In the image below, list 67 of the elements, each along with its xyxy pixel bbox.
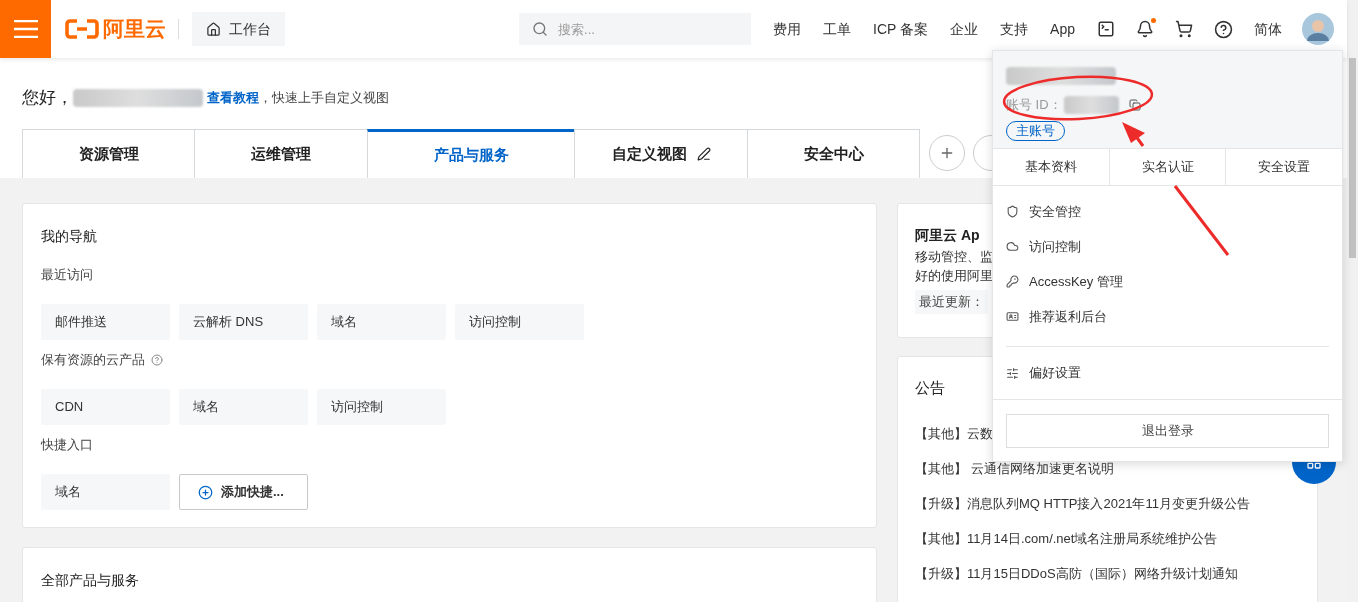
card-title: 阿里云 Ap [915, 226, 981, 245]
card-icon [1006, 310, 1019, 323]
key-icon [1006, 275, 1019, 288]
menu-item[interactable]: 安全管控 [1006, 194, 1329, 229]
greeting-hint: ，快速上手自定义视图 [259, 89, 389, 108]
sliders-icon [1006, 366, 1019, 380]
nav-link[interactable]: 工单 [823, 18, 852, 40]
view-tab[interactable]: 产品与服务 [367, 129, 574, 178]
edit-icon [696, 147, 711, 161]
nav-link[interactable]: ICP 备案 [873, 18, 929, 40]
avatar[interactable] [1302, 13, 1334, 45]
app-description: 好的使用阿里 [915, 268, 993, 284]
greeting-text: 您好， [22, 87, 73, 110]
terminal-icon[interactable] [1097, 20, 1115, 38]
view-tab[interactable]: 安全中心 [747, 129, 920, 178]
nav-link[interactable]: 费用 [773, 18, 802, 40]
shortcut-tile[interactable]: CDN [41, 389, 170, 425]
nav-link[interactable]: 企业 [950, 18, 979, 40]
search-icon [532, 21, 549, 37]
menu-item[interactable]: 推荐返利后台 [1006, 299, 1329, 334]
logo-icon [65, 18, 99, 40]
copy-icon[interactable] [1128, 98, 1141, 111]
help-icon[interactable] [1214, 19, 1233, 39]
nav-link[interactable]: 支持 [1000, 18, 1029, 40]
menu-button[interactable] [0, 0, 51, 58]
shortcut-tile[interactable]: 访问控制 [455, 304, 584, 340]
section-label: 保有资源的云产品 [41, 351, 145, 370]
app-description: 移动管控、监 [915, 249, 993, 265]
plus-icon [939, 145, 955, 161]
home-icon [206, 21, 221, 37]
plus-circle-icon [198, 484, 213, 500]
shortcut-tile[interactable]: 域名 [317, 304, 446, 340]
card-title: 全部产品与服务 [41, 571, 140, 590]
shortcut-tile[interactable]: 云解析 DNS [179, 304, 308, 340]
search-field[interactable]: 搜索... [519, 13, 752, 45]
section-label: 最近访问 [41, 266, 93, 285]
shortcut-tile[interactable]: 邮件推送 [41, 304, 170, 340]
menu-item[interactable]: 偏好设置 [1006, 347, 1329, 399]
shortcut-tile[interactable]: 域名 [179, 389, 308, 425]
nav-link[interactable]: App [1050, 18, 1075, 40]
notice-link[interactable]: 【其他】11月14日.com/.net域名注册局系统维护公告 [915, 528, 1300, 564]
view-tab[interactable]: 运维管理 [194, 129, 367, 178]
notice-link[interactable]: 【升级】11月15日DDoS高防（国际）网络升级计划通知 [915, 563, 1300, 599]
menu-item[interactable]: AccessKey 管理 [1006, 264, 1329, 299]
redacted-id [1063, 95, 1119, 114]
workbench-button[interactable]: 工作台 [192, 12, 285, 46]
logout-button[interactable]: 退出登录 [1006, 414, 1329, 448]
cloud-icon [1006, 240, 1019, 253]
update-note: 最近更新： [915, 290, 988, 314]
add-shortcut-button[interactable]: 添加快捷... [179, 474, 308, 510]
card-title: 我的导航 [41, 227, 98, 246]
shortcut-tile[interactable]: 访问控制 [317, 389, 446, 425]
language-link[interactable]: 简体 [1254, 18, 1282, 40]
account-id-label: 账号 ID： [1006, 96, 1062, 114]
cart-icon[interactable] [1175, 20, 1193, 38]
view-tab[interactable]: 自定义视图 [574, 129, 747, 178]
menu-icon [13, 20, 38, 38]
tutorial-link[interactable]: 查看教程 [207, 88, 259, 108]
shortcut-tile[interactable]: 域名 [41, 474, 170, 510]
card-title: 公告 [915, 378, 946, 398]
menu-item[interactable]: 访问控制 [1006, 229, 1329, 264]
section-label: 快捷入口 [41, 436, 93, 455]
view-tab[interactable]: 资源管理 [22, 129, 194, 178]
bell-icon[interactable] [1136, 20, 1154, 38]
shield-icon [1006, 205, 1019, 218]
notice-link[interactable]: 【升级】消息队列MQ HTTP接入2021年11月变更升级公告 [915, 493, 1300, 529]
account-tab[interactable]: 安全设置 [1225, 149, 1342, 185]
